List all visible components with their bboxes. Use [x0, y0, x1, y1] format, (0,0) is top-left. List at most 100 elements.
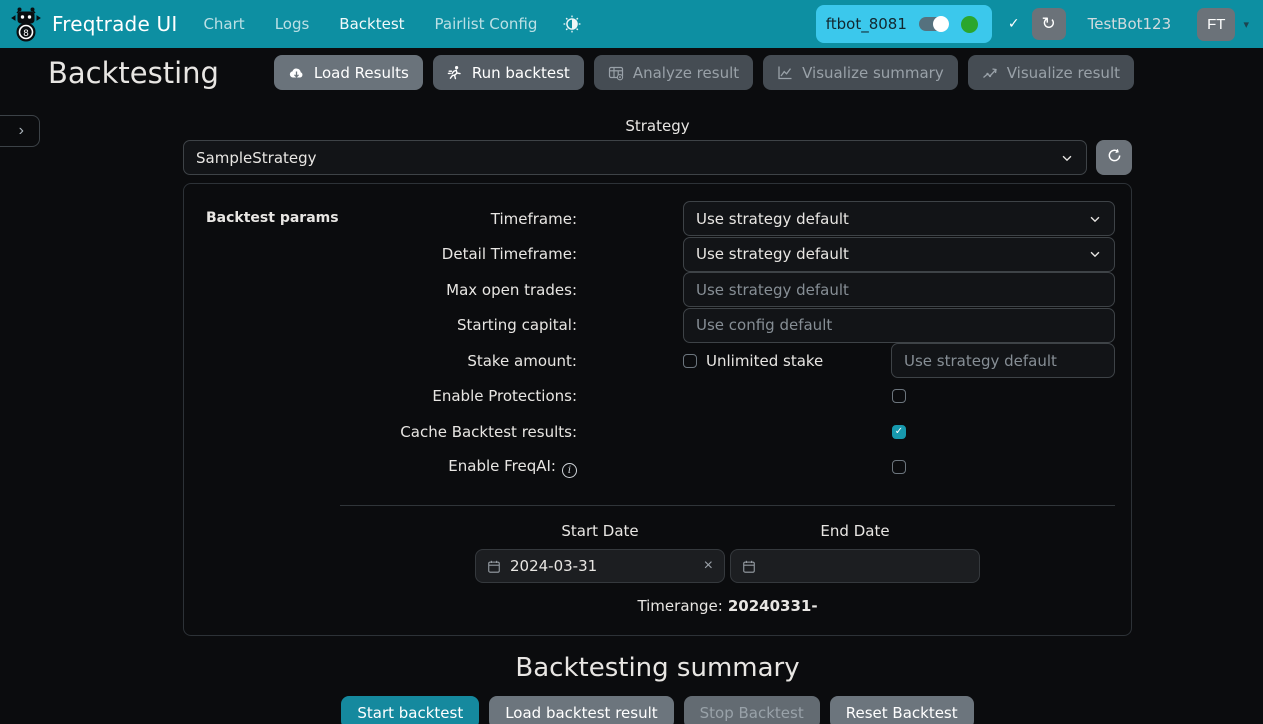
start-backtest-button[interactable]: Start backtest — [341, 696, 479, 724]
tab-label: Run backtest — [472, 64, 570, 82]
timeframe-select[interactable]: Use strategy default — [683, 201, 1115, 236]
strategy-label: Strategy — [183, 117, 1132, 135]
nav-link-logs[interactable]: Logs — [275, 15, 310, 33]
stop-backtest-button[interactable]: Stop Backtest — [684, 696, 820, 724]
bot-online-status-dot — [961, 16, 978, 33]
tab-label: Load Results — [314, 64, 409, 82]
enable-protections-row: Enable Protections: — [340, 379, 1115, 415]
enable-protections-checkbox[interactable] — [892, 389, 906, 403]
date-labels-row: Start Date End Date — [340, 522, 1115, 540]
calendar-icon — [487, 559, 501, 574]
strategy-row: SampleStrategy — [183, 140, 1132, 175]
chevron-right-icon: › — [19, 122, 24, 139]
tab-analyze-result[interactable]: Analyze result — [594, 55, 753, 90]
cache-results-label: Cache Backtest results: — [340, 423, 683, 441]
graph-scatter-icon — [982, 65, 998, 81]
detail-timeframe-value: Use strategy default — [696, 245, 1088, 263]
bot-name: ftbot_8081 — [826, 15, 907, 33]
brand-name: Freqtrade UI — [52, 12, 177, 36]
stake-amount-row: Stake amount: Unlimited stake — [340, 343, 1115, 379]
page-header: Backtesting Load Results — [0, 48, 1263, 90]
calendar-icon — [742, 559, 756, 574]
start-date-value: 2024-03-31 — [510, 557, 695, 575]
unlimited-stake-label: Unlimited stake — [706, 352, 823, 370]
chart-line-icon — [777, 65, 793, 81]
end-date-label: End Date — [730, 522, 980, 540]
brand[interactable]: 8 Freqtrade UI — [10, 6, 177, 42]
enable-freqai-row: Enable FreqAI:i — [340, 450, 1115, 486]
nav-links: Chart Logs Backtest Pairlist Config — [203, 15, 537, 33]
tab-run-backtest[interactable]: Run backtest — [433, 55, 584, 90]
backtest-params-panel: Backtest params Timeframe: Use strategy … — [183, 183, 1132, 636]
freqtrade-robot-logo: 8 — [10, 6, 42, 42]
tab-load-results[interactable]: Load Results — [274, 55, 423, 90]
chevron-down-icon: ▾ — [1243, 18, 1249, 31]
chevron-down-icon — [1088, 247, 1102, 261]
start-date-label: Start Date — [475, 522, 725, 540]
end-date-input[interactable] — [730, 549, 980, 583]
timerange-label: Timerange: — [637, 597, 722, 615]
tab-visualize-summary[interactable]: Visualize summary — [763, 55, 958, 90]
max-open-trades-input[interactable] — [683, 272, 1115, 307]
detail-timeframe-select[interactable]: Use strategy default — [683, 237, 1115, 272]
backtest-mode-tabs: Load Results Run backtest — [274, 55, 1134, 90]
stake-amount-controls: Unlimited stake — [683, 343, 1115, 378]
timeframe-value: Use strategy default — [696, 210, 1088, 228]
tab-label: Analyze result — [633, 64, 739, 82]
avatar[interactable]: FT — [1197, 8, 1235, 41]
reset-backtest-button[interactable]: Reset Backtest — [830, 696, 974, 724]
clear-start-date-button[interactable]: × — [704, 557, 713, 575]
nav-link-backtest[interactable]: Backtest — [339, 15, 404, 33]
cloud-download-icon — [288, 65, 305, 81]
max-open-trades-row: Max open trades: — [340, 272, 1115, 308]
date-inputs-row: 2024-03-31 × — [340, 549, 1115, 583]
info-icon[interactable]: i — [562, 463, 577, 478]
cache-results-row: Cache Backtest results: — [340, 414, 1115, 450]
check-icon: ✓ — [1008, 16, 1020, 32]
stake-amount-label: Stake amount: — [340, 352, 683, 370]
chevron-down-icon — [1088, 212, 1102, 226]
nav-link-pairlist-config[interactable]: Pairlist Config — [435, 15, 538, 33]
svg-text:8: 8 — [23, 29, 29, 39]
toggle-knob — [933, 16, 949, 32]
sidebar-expand-button[interactable]: › — [0, 115, 40, 147]
load-backtest-result-button[interactable]: Load backtest result — [489, 696, 673, 724]
enable-protections-label: Enable Protections: — [340, 387, 683, 405]
refresh-icon — [1107, 148, 1122, 163]
tab-visualize-result[interactable]: Visualize result — [968, 55, 1134, 90]
chevron-down-icon — [1060, 151, 1074, 165]
nav-link-chart[interactable]: Chart — [203, 15, 244, 33]
unlimited-stake-checkbox[interactable] — [683, 354, 697, 368]
start-date-input[interactable]: 2024-03-31 × — [475, 549, 725, 583]
summary-title: Backtesting summary — [183, 653, 1132, 683]
table-gear-icon — [608, 65, 624, 81]
max-open-trades-label: Max open trades: — [340, 281, 683, 299]
starting-capital-input[interactable] — [683, 308, 1115, 343]
starting-capital-row: Starting capital: — [340, 308, 1115, 344]
timeframe-row: Timeframe: Use strategy default — [340, 201, 1115, 237]
cache-results-checkbox[interactable] — [892, 425, 906, 439]
tab-label: Visualize result — [1007, 64, 1120, 82]
reload-strategy-list-button[interactable] — [1096, 140, 1132, 175]
strategy-select[interactable]: SampleStrategy — [183, 140, 1087, 175]
summary-buttons: Start backtest Load backtest result Stop… — [183, 696, 1132, 724]
detail-timeframe-row: Detail Timeframe: Use strategy default — [340, 237, 1115, 273]
user-menu[interactable]: FT ▾ — [1197, 8, 1249, 41]
person-running-icon — [447, 65, 463, 81]
panel-title: Backtest params — [206, 210, 339, 226]
theme-toggle-icon[interactable] — [563, 15, 581, 33]
page-title: Backtesting — [48, 56, 219, 90]
enable-freqai-label: Enable FreqAI:i — [340, 457, 683, 478]
tab-label: Visualize summary — [802, 64, 944, 82]
refresh-bot-button[interactable]: ↻ — [1032, 8, 1066, 40]
params-form: Timeframe: Use strategy default Detail T… — [340, 201, 1115, 615]
timerange-value: 20240331- — [728, 597, 818, 615]
bot-online-toggle[interactable] — [919, 17, 949, 31]
stake-amount-input[interactable] — [891, 343, 1115, 378]
detail-timeframe-label: Detail Timeframe: — [340, 245, 683, 263]
enable-freqai-checkbox[interactable] — [892, 460, 906, 474]
username-label: TestBot123 — [1088, 15, 1172, 33]
bot-selector-pill[interactable]: ftbot_8081 — [816, 5, 992, 43]
navbar: 8 Freqtrade UI Chart Logs Backtest Pairl… — [0, 0, 1263, 48]
timerange-line: Timerange: 20240331- — [340, 597, 1115, 615]
